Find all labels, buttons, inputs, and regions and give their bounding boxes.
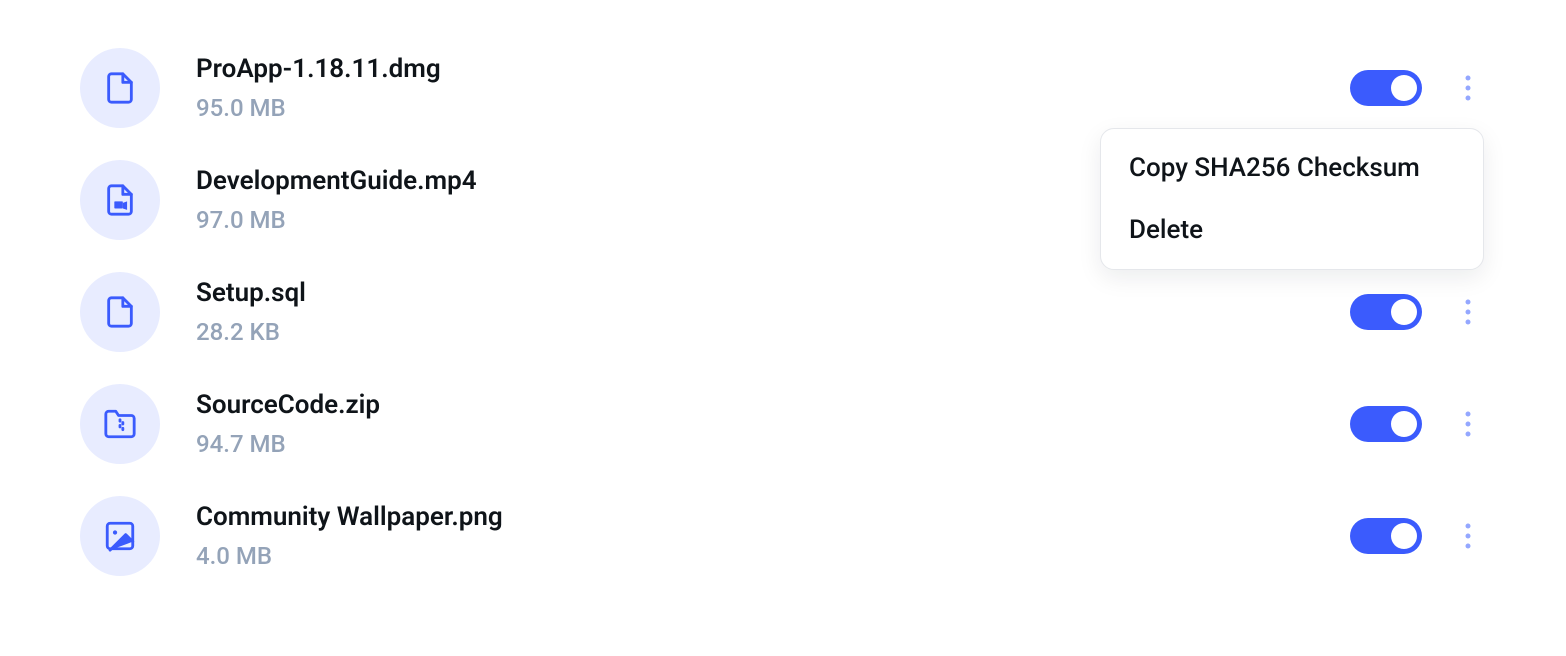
file-enabled-toggle[interactable]: [1350, 294, 1422, 330]
delete-menu-item[interactable]: Delete: [1101, 199, 1483, 261]
file-icon: [103, 71, 137, 105]
file-meta: Community Wallpaper.png 4.0 MB: [196, 502, 1350, 570]
archive-folder-icon: [103, 407, 137, 441]
file-enabled-toggle[interactable]: [1350, 518, 1422, 554]
file-size: 94.7 MB: [196, 430, 1350, 458]
file-size: 28.2 KB: [196, 318, 1350, 346]
file-row: SourceCode.zip 94.7 MB: [80, 384, 1486, 464]
more-vertical-icon: [1465, 75, 1471, 101]
file-name: ProApp-1.18.11.dmg: [196, 54, 1350, 84]
file-type-icon-wrap: [80, 272, 160, 352]
file-row: Community Wallpaper.png 4.0 MB: [80, 496, 1486, 576]
file-meta: Setup.sql 28.2 KB: [196, 278, 1350, 346]
file-actions: [1350, 70, 1486, 106]
file-row: ProApp-1.18.11.dmg 95.0 MB: [80, 48, 1486, 128]
file-more-button[interactable]: [1450, 406, 1486, 442]
file-enabled-toggle[interactable]: [1350, 70, 1422, 106]
file-meta: ProApp-1.18.11.dmg 95.0 MB: [196, 54, 1350, 122]
file-actions: [1350, 518, 1486, 554]
file-type-icon-wrap: [80, 496, 160, 576]
more-vertical-icon: [1465, 411, 1471, 437]
more-vertical-icon: [1465, 299, 1471, 325]
file-actions: [1350, 294, 1486, 330]
video-file-icon: [103, 183, 137, 217]
file-name: SourceCode.zip: [196, 390, 1350, 420]
copy-sha256-menu-item[interactable]: Copy SHA256 Checksum: [1101, 137, 1483, 199]
file-type-icon-wrap: [80, 160, 160, 240]
file-name: Community Wallpaper.png: [196, 502, 1350, 532]
file-more-button[interactable]: [1450, 294, 1486, 330]
file-meta: SourceCode.zip 94.7 MB: [196, 390, 1350, 458]
file-actions: [1350, 406, 1486, 442]
file-name: Setup.sql: [196, 278, 1350, 308]
file-context-menu: Copy SHA256 Checksum Delete: [1100, 128, 1484, 270]
file-more-button[interactable]: [1450, 518, 1486, 554]
image-icon: [103, 519, 137, 553]
file-size: 4.0 MB: [196, 542, 1350, 570]
file-more-button[interactable]: [1450, 70, 1486, 106]
file-row: Setup.sql 28.2 KB: [80, 272, 1486, 352]
file-size: 95.0 MB: [196, 94, 1350, 122]
file-type-icon-wrap: [80, 384, 160, 464]
file-type-icon-wrap: [80, 48, 160, 128]
file-enabled-toggle[interactable]: [1350, 406, 1422, 442]
more-vertical-icon: [1465, 523, 1471, 549]
file-icon: [103, 295, 137, 329]
